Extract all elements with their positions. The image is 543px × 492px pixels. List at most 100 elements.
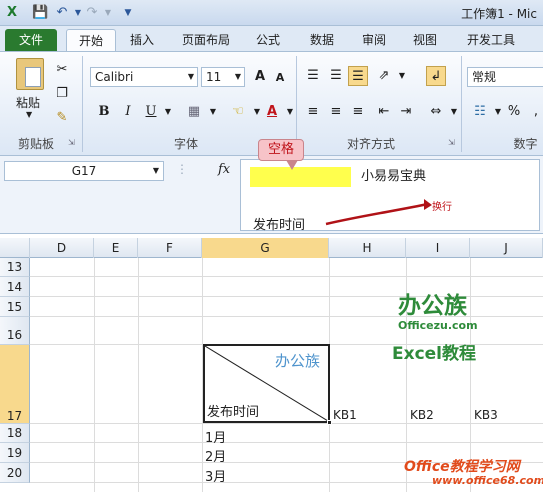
undo-icon[interactable]: ↶ [54, 5, 70, 21]
accounting-format-icon[interactable]: ☷ [470, 102, 490, 122]
separator [461, 56, 462, 152]
underline-dropdown-icon[interactable]: ▼ [158, 102, 178, 122]
save-icon[interactable]: 💾 [32, 5, 48, 21]
italic-button[interactable]: I [118, 102, 138, 122]
select-all-corner[interactable] [0, 238, 30, 258]
cell-g17-top-text: 办公族 [274, 352, 320, 370]
formula-line-2: 发布时间 [253, 218, 306, 233]
align-left-icon[interactable]: ≡ [303, 102, 323, 122]
redo-icon[interactable]: ↷ [84, 5, 100, 21]
column-header-d[interactable]: D [30, 238, 94, 258]
title-bar: X 💾 ↶ ▼ ↷ ▼ ▼ 工作簿1 - Mic [0, 0, 543, 26]
column-header-g[interactable]: G [202, 238, 329, 258]
row-header-13[interactable]: 13 [0, 258, 30, 277]
tab-formulas[interactable]: 公式 [248, 29, 288, 51]
align-bottom-icon[interactable]: ☰ [348, 66, 368, 86]
column-header-i[interactable]: I [406, 238, 470, 258]
comma-style-icon[interactable]: , [526, 102, 543, 122]
group-number-label: 数字 [513, 137, 538, 151]
font-size-value: 11 [206, 70, 222, 84]
row-header-20[interactable]: 20 [0, 463, 30, 483]
align-middle-icon[interactable]: ☰ [326, 66, 346, 86]
align-center-icon[interactable]: ≡ [326, 102, 346, 122]
grow-font-button[interactable]: A [250, 67, 270, 87]
copy-icon[interactable]: ❐ [52, 84, 72, 104]
chevron-down-icon: ▼ [187, 72, 194, 81]
paste-button[interactable]: 粘贴 [16, 94, 40, 111]
name-box[interactable]: G17 ▼ [4, 161, 164, 181]
cell-g17[interactable]: 办公族 发布时间 [203, 344, 330, 423]
alignment-launcher-icon[interactable]: ⇲ [448, 138, 455, 147]
gridline [30, 423, 543, 424]
tab-home[interactable]: 开始 [66, 29, 116, 51]
gridline [138, 258, 139, 492]
cell-g18[interactable]: 1月 [205, 427, 226, 446]
row-header-15[interactable]: 15 [0, 297, 30, 317]
tab-file[interactable]: 文件 [5, 29, 57, 51]
tab-insert[interactable]: 插入 [122, 29, 162, 51]
border-icon[interactable]: ▦ [184, 102, 204, 122]
paste-dropdown-icon[interactable]: ▼ [26, 110, 32, 119]
align-top-icon[interactable]: ☰ [303, 66, 323, 86]
tab-page-layout[interactable]: 页面布局 [174, 29, 238, 51]
cut-icon[interactable]: ✂ [52, 60, 72, 80]
number-format-select[interactable]: 常规 [467, 67, 543, 87]
tab-view[interactable]: 视图 [405, 29, 445, 51]
wrap-text-icon[interactable]: ↲ [426, 66, 446, 86]
tab-developer[interactable]: 开发工具 [460, 29, 522, 51]
gridline [30, 442, 543, 443]
row-header-14[interactable]: 14 [0, 277, 30, 297]
percent-button[interactable]: % [504, 102, 524, 122]
newline-arrow-icon [325, 199, 432, 226]
row-header-17[interactable]: 17 [0, 345, 30, 424]
space-callout: 空格 [258, 139, 304, 161]
decrease-indent-icon[interactable]: ⇤ [374, 102, 394, 122]
font-color-dropdown-icon[interactable]: ▼ [280, 102, 300, 122]
cell-g19[interactable]: 2月 [205, 446, 226, 465]
font-name-value: Calibri [95, 70, 134, 84]
cell-h17[interactable]: KB1 [333, 408, 357, 422]
column-header-e[interactable]: E [94, 238, 138, 258]
font-name-select[interactable]: Calibri ▼ [90, 67, 198, 87]
row-header-19[interactable]: 19 [0, 443, 30, 463]
redo-dropdown-icon[interactable]: ▼ [100, 5, 116, 21]
chevron-down-icon[interactable]: ▼ [153, 162, 159, 180]
row-header-18[interactable]: 18 [0, 424, 30, 443]
font-size-select[interactable]: 11 ▼ [201, 67, 245, 87]
cell-i17[interactable]: KB2 [410, 408, 434, 422]
paste-icon[interactable] [16, 58, 44, 90]
cell-j17[interactable]: KB3 [474, 408, 498, 422]
tab-review[interactable]: 审阅 [354, 29, 394, 51]
merge-center-icon[interactable]: ⇔ [426, 102, 446, 122]
border-dropdown-icon[interactable]: ▼ [203, 102, 223, 122]
format-painter-icon[interactable]: ✎ [52, 108, 72, 128]
fill-handle[interactable] [327, 420, 332, 425]
bold-button[interactable]: B [94, 102, 114, 122]
formula-line-1: 小易易宝典 [361, 169, 427, 184]
align-right-icon[interactable]: ≡ [348, 102, 368, 122]
callout-tail [286, 160, 298, 170]
increase-indent-icon[interactable]: ⇥ [396, 102, 416, 122]
fill-color-icon[interactable]: ☜ [228, 102, 248, 122]
orientation-dropdown-icon[interactable]: ▼ [392, 66, 412, 86]
group-clipboard-label: 剪贴板 [17, 137, 54, 151]
customize-quick-access-icon[interactable]: ▼ [120, 5, 136, 21]
clipboard-launcher-icon[interactable]: ⇲ [68, 138, 75, 147]
orientation-icon[interactable]: ⇗ [374, 66, 394, 86]
insert-function-button[interactable]: fx [218, 162, 230, 177]
formula-bar-splitter[interactable]: ⋮ [176, 162, 188, 176]
row-header-16[interactable]: 16 [0, 317, 30, 345]
site-url-watermark: www.office68.com [432, 474, 543, 487]
font-color-button[interactable]: A [262, 102, 282, 122]
cell-g20[interactable]: 3月 [205, 466, 226, 485]
shrink-font-button[interactable]: A [270, 68, 290, 88]
column-header-f[interactable]: F [138, 238, 202, 258]
excel-tutorial-watermark: Excel教程 [392, 344, 477, 364]
column-header-j[interactable]: J [470, 238, 543, 258]
formula-bar: G17 ▼ ⋮ fx 小易易宝典 发布时间 [0, 156, 543, 234]
tab-data[interactable]: 数据 [302, 29, 342, 51]
gridline [94, 258, 95, 492]
newline-label: 换行 [432, 202, 452, 213]
group-alignment-label: 对齐方式 [346, 137, 395, 151]
column-header-h[interactable]: H [329, 238, 406, 258]
